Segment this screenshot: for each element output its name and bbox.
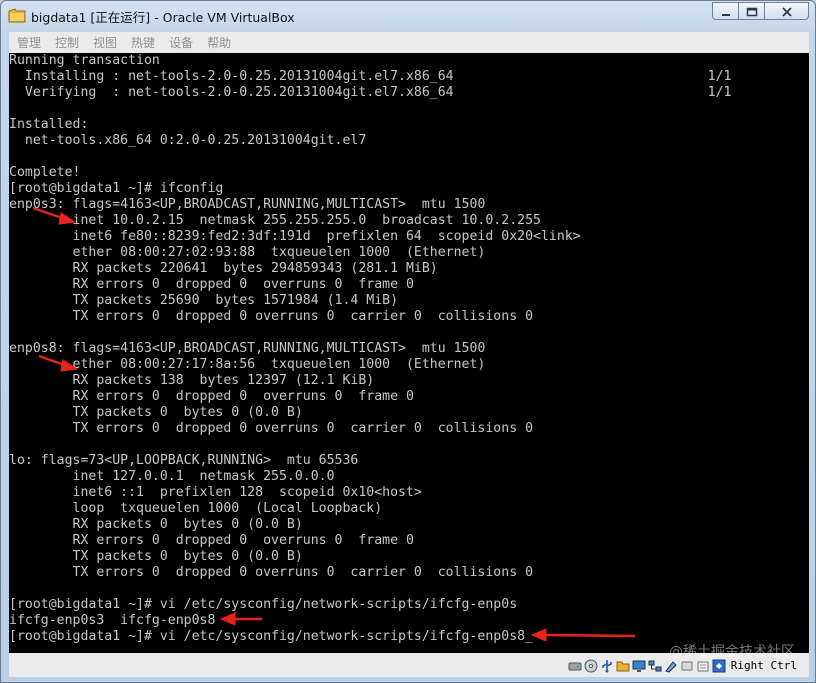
terminal-output[interactable]: Running transaction Installing : net-too… bbox=[9, 53, 732, 645]
terminal-line: RX packets 0 bytes 0 (0.0 B) bbox=[9, 517, 303, 532]
terminal-line: TX errors 0 dropped 0 overruns 0 carrier… bbox=[9, 565, 534, 580]
terminal-line: TX errors 0 dropped 0 overruns 0 carrier… bbox=[9, 421, 534, 436]
shared-folders-icon[interactable] bbox=[616, 658, 630, 672]
virtualbox-window: bigdata1 [正在运行] - Oracle VM VirtualBox 管… bbox=[0, 0, 816, 683]
usb-icon[interactable] bbox=[600, 658, 614, 673]
terminal-line: Installed: bbox=[9, 117, 89, 132]
terminal-line: TX packets 25690 bytes 1571984 (1.4 MiB) bbox=[9, 293, 399, 308]
terminal-line: ether 08:00:27:02:93:88 txqueuelen 1000 … bbox=[9, 245, 486, 260]
terminal-cursor: _ bbox=[525, 629, 534, 644]
terminal-line: enp0s3: flags=4163<UP,BROADCAST,RUNNING,… bbox=[9, 197, 486, 212]
menu-bar: 管理 控制 视图 热键 设备 帮助 bbox=[9, 32, 809, 54]
terminal-line: Verifying : net-tools-2.0-0.25.20131004g… bbox=[9, 85, 732, 100]
terminal-line: RX packets 220641 bytes 294859343 (281.1… bbox=[9, 261, 438, 276]
terminal-line: Complete! bbox=[9, 165, 81, 180]
terminal-line: RX errors 0 dropped 0 overruns 0 frame 0 bbox=[9, 533, 414, 548]
minimize-icon bbox=[721, 2, 731, 21]
menu-view[interactable]: 视图 bbox=[93, 34, 117, 51]
network-icon[interactable] bbox=[648, 658, 662, 672]
maximize-icon bbox=[746, 2, 758, 21]
terminal-line: loop txqueuelen 1000 (Local Loopback) bbox=[9, 501, 383, 516]
caption-buttons bbox=[712, 2, 809, 20]
terminal-line: [root@bigdata1 ~]# vi /etc/sysconfig/net… bbox=[9, 629, 534, 644]
terminal-line: [root@bigdata1 ~]# ifconfig bbox=[9, 181, 224, 196]
terminal-line: TX packets 0 bytes 0 (0.0 B) bbox=[9, 405, 303, 420]
terminal-line: TX errors 0 dropped 0 overruns 0 carrier… bbox=[9, 309, 534, 324]
display-icon[interactable] bbox=[632, 658, 646, 672]
optical-icon[interactable] bbox=[584, 658, 598, 673]
terminal-line: Installing : net-tools-2.0-0.25.20131004… bbox=[9, 69, 732, 84]
vbox-app-icon bbox=[8, 7, 26, 23]
terminal-line: RX errors 0 dropped 0 overruns 0 frame 0 bbox=[9, 389, 414, 404]
terminal-line: ifcfg-enp0s3 ifcfg-enp0s8 bbox=[9, 613, 216, 628]
menu-manage[interactable]: 管理 bbox=[17, 34, 41, 51]
terminal-line: RX packets 138 bytes 12397 (12.1 KiB) bbox=[9, 373, 375, 388]
maximize-button[interactable] bbox=[739, 2, 765, 20]
close-icon bbox=[781, 2, 793, 21]
terminal-line: ether 08:00:27:17:8a:56 txqueuelen 1000 … bbox=[9, 357, 486, 372]
hdd-icon[interactable] bbox=[568, 658, 582, 672]
terminal-line: inet6 ::1 prefixlen 128 scopeid 0x10<hos… bbox=[9, 485, 422, 500]
terminal-line: [root@bigdata1 ~]# vi /etc/sysconfig/net… bbox=[9, 597, 518, 612]
terminal-line: enp0s8: flags=4163<UP,BROADCAST,RUNNING,… bbox=[9, 341, 486, 356]
terminal-line: Running transaction bbox=[9, 53, 160, 68]
vm-display[interactable]: Running transaction Installing : net-too… bbox=[9, 53, 809, 653]
watermark: @稀土掘金技术社区 bbox=[669, 644, 795, 660]
window-title: bigdata1 [正在运行] - Oracle VM VirtualBox bbox=[31, 10, 295, 25]
minimize-button[interactable] bbox=[712, 2, 739, 20]
title-bar[interactable]: bigdata1 [正在运行] - Oracle VM VirtualBox bbox=[1, 1, 815, 31]
terminal-line: inet6 fe80::8239:fed2:3df:191d prefixlen… bbox=[9, 229, 581, 244]
menu-control[interactable]: 控制 bbox=[55, 34, 79, 51]
terminal-line: TX packets 0 bytes 0 (0.0 B) bbox=[9, 549, 303, 564]
terminal-line: RX errors 0 dropped 0 overruns 0 frame 0 bbox=[9, 277, 414, 292]
menu-devices[interactable]: 设备 bbox=[169, 34, 193, 51]
terminal-line: lo: flags=73<UP,LOOPBACK,RUNNING> mtu 65… bbox=[9, 453, 359, 468]
menu-help[interactable]: 帮助 bbox=[207, 34, 231, 51]
close-button[interactable] bbox=[765, 2, 809, 20]
terminal-line: inet 127.0.0.1 netmask 255.0.0.0 bbox=[9, 469, 335, 484]
menu-hotkeys[interactable]: 热键 bbox=[131, 34, 155, 51]
terminal-line: net-tools.x86_64 0:2.0-0.25.20131004git.… bbox=[9, 133, 367, 148]
terminal-line: inet 10.0.2.15 netmask 255.255.255.0 bro… bbox=[9, 213, 541, 228]
